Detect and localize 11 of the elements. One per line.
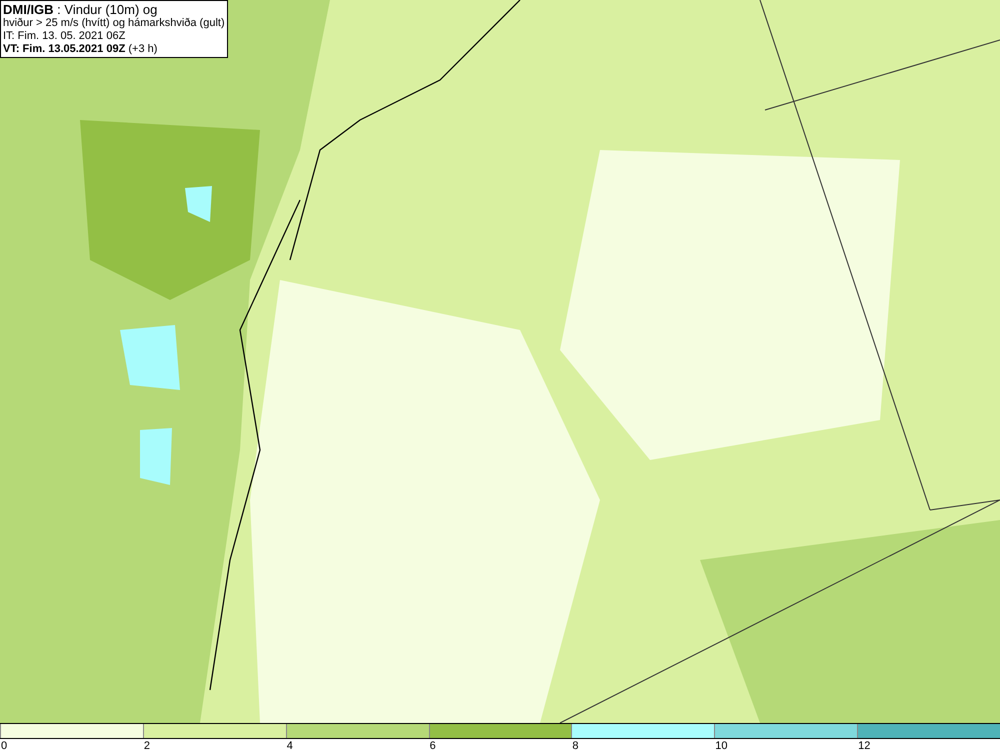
- legend-label: 0: [1, 739, 8, 753]
- legend-label: 2: [144, 739, 150, 753]
- info-text: hviður > 25 m/s (hvítt) og hámarkshviða (gult): [3, 17, 225, 30]
- legend-label: 4: [286, 739, 293, 753]
- legend-label: 6: [430, 739, 436, 753]
- info-text: IT: Fim. 13. 05. 2021 06Z: [3, 30, 126, 43]
- info-text: VT: Fim. 13.05.2021 09Z (+3 h): [3, 43, 158, 56]
- info-text: DMI/IGB : Vindur (10m) og: [3, 2, 158, 17]
- legend-label: 8: [572, 739, 579, 753]
- legend-label: 10: [715, 739, 728, 753]
- legend-label: 12: [858, 739, 870, 753]
